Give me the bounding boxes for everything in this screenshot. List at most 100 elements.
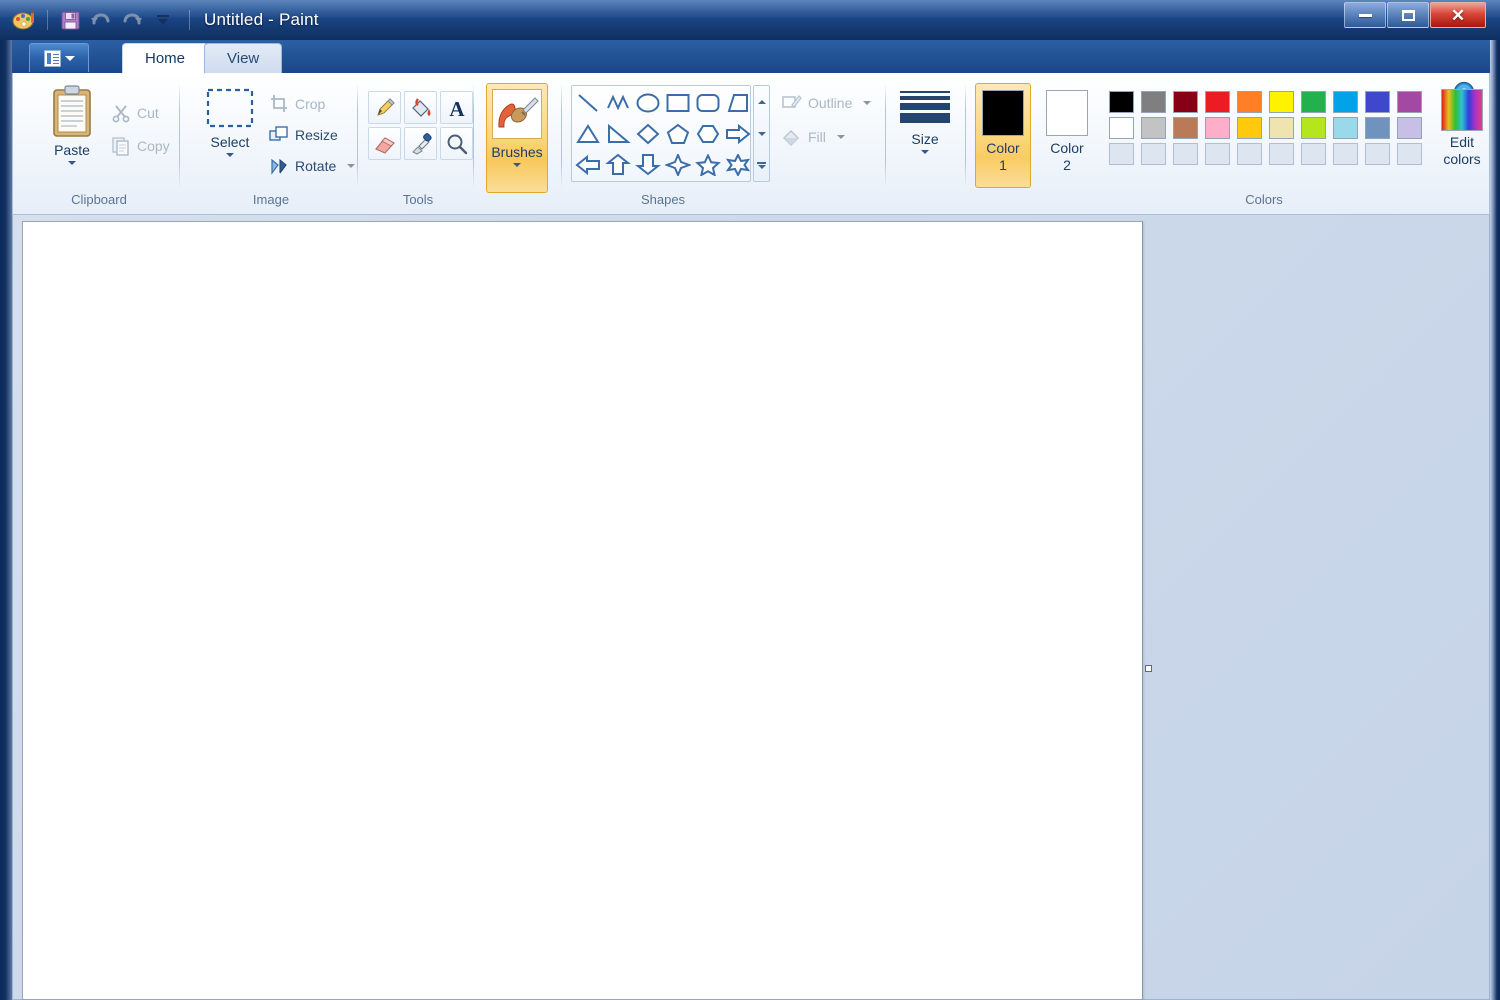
palette-cell-2-2[interactable] (1137, 115, 1169, 141)
shape-five-point-star[interactable] (693, 149, 723, 180)
edit-colors-button[interactable]: Edit colors (1431, 85, 1493, 190)
chevron-up-icon (758, 100, 766, 104)
palette-cell-3-2[interactable] (1137, 141, 1169, 167)
palette-cell-3-5[interactable] (1233, 141, 1265, 167)
fill-tool[interactable] (404, 91, 437, 124)
palette-cell-1-7[interactable] (1297, 89, 1329, 115)
palette-cell-1-10[interactable] (1393, 89, 1425, 115)
palette-cell-3-7[interactable] (1297, 141, 1329, 167)
clipboard-icon (50, 84, 94, 140)
shape-four-point-star[interactable] (663, 149, 693, 180)
shape-triangle[interactable] (573, 118, 603, 149)
palette-cell-1-8[interactable] (1329, 89, 1361, 115)
rotate-button[interactable]: Rotate (269, 152, 355, 180)
rainbow-swatch-icon (1441, 89, 1483, 131)
shape-down-arrow[interactable] (633, 149, 663, 180)
shape-diamond[interactable] (633, 118, 663, 149)
brushes-button[interactable]: Brushes (486, 83, 548, 193)
palette-swatch (1141, 143, 1166, 165)
group-label-shapes: Shapes (563, 192, 763, 207)
crop-button[interactable]: Crop (269, 90, 325, 118)
palette-cell-3-8[interactable] (1329, 141, 1361, 167)
tab-home[interactable]: Home (122, 43, 208, 73)
palette-cell-3-10[interactable] (1393, 141, 1425, 167)
title-bar[interactable]: Untitled - Paint ✕ (0, 0, 1500, 40)
palette-cell-2-7[interactable] (1297, 115, 1329, 141)
shape-six-point-star[interactable] (723, 149, 753, 180)
resize-label: Resize (295, 127, 338, 143)
tab-view[interactable]: View (204, 43, 282, 73)
palette-cell-1-9[interactable] (1361, 89, 1393, 115)
palette-swatch (1397, 143, 1422, 165)
paintbrush-icon (492, 89, 542, 139)
shape-hexagon[interactable] (693, 118, 723, 149)
shape-rectangle[interactable] (663, 87, 693, 118)
minimize-button[interactable] (1344, 2, 1386, 28)
shape-line[interactable] (573, 87, 603, 118)
select-button[interactable]: Select (197, 85, 263, 185)
pencil-tool[interactable] (368, 91, 401, 124)
shapes-scroll-up-button[interactable] (754, 86, 769, 118)
palette-cell-2-9[interactable] (1361, 115, 1393, 141)
quick-access-divider (47, 10, 48, 30)
paint-window: Untitled - Paint ✕ Home View (0, 0, 1500, 1000)
palette-cell-2-5[interactable] (1233, 115, 1265, 141)
palette-cell-2-8[interactable] (1329, 115, 1361, 141)
shape-oval[interactable] (633, 87, 663, 118)
shape-right-arrow[interactable] (723, 118, 753, 149)
palette-cell-3-4[interactable] (1201, 141, 1233, 167)
palette-cell-2-1[interactable] (1105, 115, 1137, 141)
maximize-button[interactable] (1387, 2, 1429, 28)
color-picker-tool[interactable] (404, 127, 437, 160)
palette-cell-1-1[interactable] (1105, 89, 1137, 115)
drawing-canvas[interactable] (22, 221, 1143, 1000)
palette-cell-1-3[interactable] (1169, 89, 1201, 115)
redo-icon[interactable] (119, 8, 145, 32)
canvas-resize-handle-right[interactable] (1145, 665, 1152, 672)
shape-rounded-rectangle[interactable] (693, 87, 723, 118)
shapes-more-button[interactable] (754, 149, 769, 181)
paint-palette-icon[interactable] (12, 9, 38, 31)
save-icon[interactable] (57, 8, 83, 32)
palette-cell-1-4[interactable] (1201, 89, 1233, 115)
palette-cell-3-3[interactable] (1169, 141, 1201, 167)
shapes-scrollbar[interactable] (753, 85, 770, 182)
shape-right-triangle[interactable] (603, 118, 633, 149)
shape-up-arrow[interactable] (603, 149, 633, 180)
palette-cell-2-10[interactable] (1393, 115, 1425, 141)
palette-cell-3-6[interactable] (1265, 141, 1297, 167)
palette-swatch (1173, 143, 1198, 165)
work-area (12, 215, 1490, 1000)
resize-button[interactable]: Resize (269, 121, 338, 149)
paste-button[interactable]: Paste (39, 83, 105, 183)
palette-cell-2-6[interactable] (1265, 115, 1297, 141)
cut-button[interactable]: Cut (111, 99, 159, 127)
magnifier-tool[interactable] (440, 127, 473, 160)
more-bar-icon (757, 162, 766, 164)
color-2-button[interactable]: Color 2 (1039, 83, 1095, 188)
palette-cell-2-4[interactable] (1201, 115, 1233, 141)
outline-button[interactable]: Outline (781, 89, 871, 117)
palette-cell-3-9[interactable] (1361, 141, 1393, 167)
shapes-scroll-down-button[interactable] (754, 118, 769, 150)
shape-polygon[interactable] (723, 87, 753, 118)
shape-pentagon[interactable] (663, 118, 693, 149)
shape-left-arrow[interactable] (573, 149, 603, 180)
close-button[interactable]: ✕ (1430, 2, 1486, 28)
rotate-label: Rotate (295, 158, 336, 174)
palette-cell-1-6[interactable] (1265, 89, 1297, 115)
eraser-tool[interactable] (368, 127, 401, 160)
palette-cell-1-2[interactable] (1137, 89, 1169, 115)
undo-icon[interactable] (88, 8, 114, 32)
text-tool[interactable]: A (440, 91, 473, 124)
paint-menu-button[interactable] (29, 43, 89, 72)
color-1-button[interactable]: Color 1 (975, 83, 1031, 188)
size-button[interactable]: Size (895, 85, 955, 185)
customize-quick-access-icon[interactable] (150, 8, 176, 32)
fill-button[interactable]: Fill (781, 123, 845, 151)
palette-cell-2-3[interactable] (1169, 115, 1201, 141)
palette-cell-1-5[interactable] (1233, 89, 1265, 115)
copy-button[interactable]: Copy (111, 132, 170, 160)
palette-cell-3-1[interactable] (1105, 141, 1137, 167)
shape-curve[interactable] (603, 87, 633, 118)
